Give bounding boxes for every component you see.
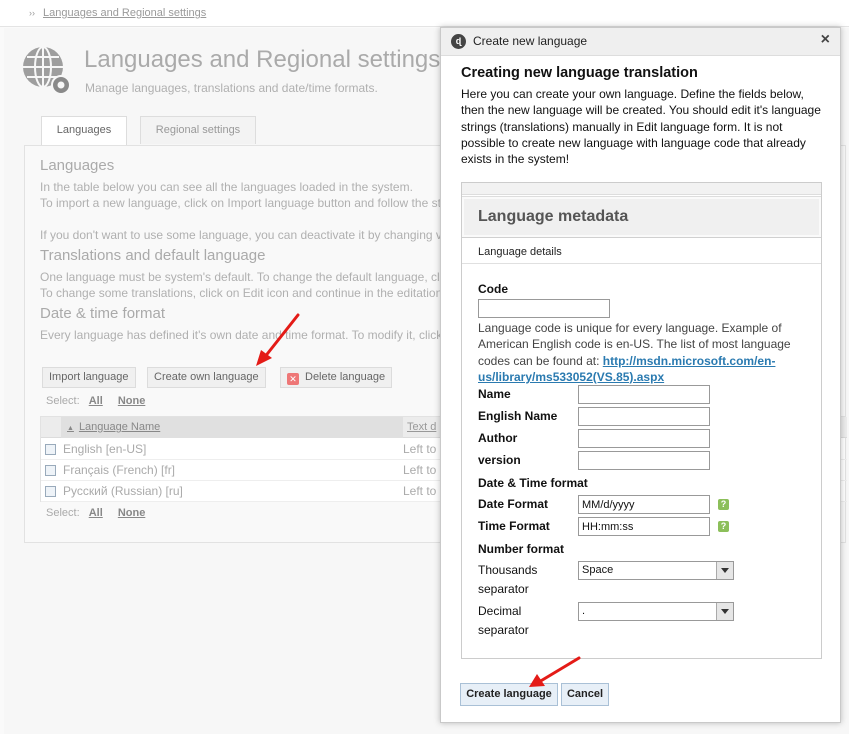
select-row-bottom: Select: All None xyxy=(46,507,145,519)
row-text-direction: Left to xyxy=(403,484,437,498)
app-logo-icon: ɖ xyxy=(451,34,466,49)
delete-language-button[interactable]: ✕ Delete language xyxy=(280,367,393,388)
divider xyxy=(462,263,821,264)
tab-regional-settings[interactable]: Regional settings xyxy=(140,116,256,144)
thousands-separator-select[interactable]: Space xyxy=(578,561,734,580)
tab-languages[interactable]: Languages xyxy=(41,116,127,146)
datetime-heading: Date & time format xyxy=(40,305,166,322)
author-label: Author xyxy=(478,431,518,445)
version-input[interactable] xyxy=(578,451,710,470)
page-subtitle: Manage languages, translations and date/… xyxy=(85,81,378,95)
column-header-text-direction[interactable]: Text d xyxy=(407,417,436,437)
date-format-input[interactable] xyxy=(578,495,710,514)
language-metadata-box: Language metadata Language details Code … xyxy=(461,182,822,659)
create-own-language-button[interactable]: Create own language xyxy=(147,367,266,388)
author-input[interactable] xyxy=(578,429,710,448)
select-label: Select: xyxy=(46,395,80,407)
select-all-link[interactable]: All xyxy=(89,395,103,407)
languages-text-3: If you don't want to use some language, … xyxy=(40,228,442,242)
thousands-separator-label-1: Thousands xyxy=(478,563,538,577)
decimal-separator-label-2: separator xyxy=(478,623,529,637)
code-label: Code xyxy=(478,282,508,296)
languages-text-2: To import a new language, click on Impor… xyxy=(40,196,441,210)
breadcrumb-link[interactable]: Languages and Regional settings xyxy=(43,7,206,19)
dialog-heading: Creating new language translation xyxy=(461,65,698,81)
breadcrumb: ›› Languages and Regional settings xyxy=(0,0,849,27)
version-label: version xyxy=(478,453,521,467)
row-text-direction: Left to xyxy=(403,442,437,456)
time-format-input[interactable] xyxy=(578,517,710,536)
cancel-button[interactable]: Cancel xyxy=(561,683,609,706)
english-name-label: English Name xyxy=(478,409,558,423)
translations-heading: Translations and default language xyxy=(40,247,266,264)
breadcrumb-separator: ›› xyxy=(29,8,35,18)
languages-heading: Languages xyxy=(40,157,115,174)
translations-text-2: To change some translations, click on Ed… xyxy=(40,286,443,300)
time-format-label: Time Format xyxy=(478,519,550,533)
row-checkbox[interactable] xyxy=(45,444,56,455)
page-title: Languages and Regional settings xyxy=(84,46,441,73)
code-input[interactable] xyxy=(478,299,610,318)
datetime-format-heading: Date & Time format xyxy=(478,476,588,490)
select-all-link[interactable]: All xyxy=(89,507,103,519)
column-header-language-name[interactable]: ▲ Language Name xyxy=(61,417,403,438)
name-label: Name xyxy=(478,387,511,401)
metadata-top-strip xyxy=(462,183,821,195)
import-language-button[interactable]: Import language xyxy=(42,367,136,388)
languages-text-1: In the table below you can see all the l… xyxy=(40,180,413,194)
datetime-text-1: Every language has defined it's own date… xyxy=(40,328,443,342)
row-text-direction: Left to xyxy=(403,463,437,477)
create-language-button[interactable]: Create language xyxy=(460,683,558,706)
delete-icon: ✕ xyxy=(287,373,299,385)
date-format-help-icon[interactable]: ? xyxy=(718,499,729,510)
translations-text-1: One language must be system's default. T… xyxy=(40,270,440,284)
globe-settings-icon xyxy=(23,46,71,95)
select-label: Select: xyxy=(46,507,80,519)
chevron-down-icon xyxy=(716,562,733,579)
row-checkbox[interactable] xyxy=(45,486,56,497)
select-none-link[interactable]: None xyxy=(118,395,146,407)
metadata-heading: Language metadata xyxy=(462,196,821,238)
date-format-label: Date Format xyxy=(478,497,549,511)
delete-language-label: Delete language xyxy=(305,371,386,383)
dialog-titlebar: ɖ Create new language × xyxy=(441,28,840,56)
select-row-top: Select: All None xyxy=(46,395,145,407)
name-input[interactable] xyxy=(578,385,710,404)
thousands-separator-value: Space xyxy=(582,564,614,576)
code-hint: Language code is unique for every langua… xyxy=(478,320,798,385)
row-language-name: Русский (Russian) [ru] xyxy=(63,484,183,498)
dialog-title: Create new language xyxy=(473,34,588,48)
chevron-down-icon xyxy=(716,603,733,620)
row-language-name: Français (French) [fr] xyxy=(63,463,176,477)
english-name-input[interactable] xyxy=(578,407,710,426)
decimal-separator-label-1: Decimal xyxy=(478,604,522,618)
thousands-separator-label-2: separator xyxy=(478,582,529,596)
create-language-dialog: ɖ Create new language × Creating new lan… xyxy=(440,27,841,723)
close-icon[interactable]: × xyxy=(821,31,830,49)
select-none-link[interactable]: None xyxy=(118,507,146,519)
decimal-separator-value: . xyxy=(582,605,586,617)
decimal-separator-select[interactable]: . xyxy=(578,602,734,621)
row-language-name: English [en-US] xyxy=(63,442,147,456)
language-details-label: Language details xyxy=(478,246,562,258)
number-format-heading: Number format xyxy=(478,542,565,556)
time-format-help-icon[interactable]: ? xyxy=(718,521,729,532)
row-checkbox[interactable] xyxy=(45,465,56,476)
dialog-intro: Here you can create your own language. D… xyxy=(461,87,821,167)
